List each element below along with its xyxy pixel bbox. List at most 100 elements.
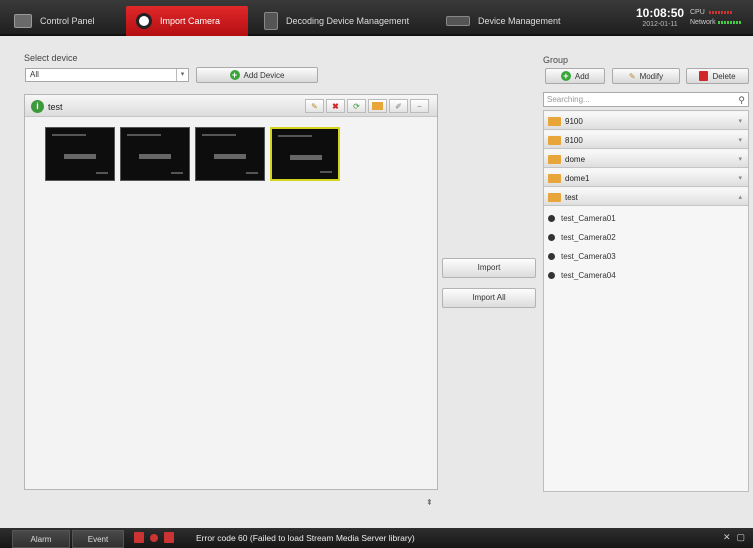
group-name: 8100	[565, 135, 583, 145]
collapse-arrow-icon[interactable]: ⇞	[426, 498, 433, 507]
camera-item[interactable]: test_Camera03	[548, 247, 616, 265]
clock-time: 10:08:50	[636, 6, 685, 20]
status-message: Error code 60 (Failed to load Stream Med…	[196, 533, 415, 543]
status-icons	[134, 532, 174, 543]
device-panel: i test ✎ ✖ ⟳ ✐ −	[24, 94, 438, 490]
delete-label: Delete	[712, 71, 736, 81]
info-icon: i	[31, 100, 44, 113]
group-tree: 9100 ▾ 8100 ▾ dome ▾ dome1 ▾ test ▴ test_Came…	[543, 110, 749, 492]
add-device-label: Add Device	[243, 70, 285, 80]
collapse-icon[interactable]: −	[410, 99, 429, 113]
chevron-down-icon[interactable]: ▾	[738, 136, 742, 144]
folder-icon	[548, 154, 561, 164]
group-name: 9100	[565, 116, 583, 126]
chevron-down-icon[interactable]: ▾	[738, 155, 742, 163]
tab-import-camera[interactable]: Import Camera	[126, 6, 248, 36]
camera-icon	[548, 214, 555, 222]
group-name: dome1	[565, 173, 590, 183]
group-item[interactable]: 8100 ▾	[544, 132, 748, 149]
tab-label: Device Management	[478, 16, 561, 26]
import-all-button[interactable]: Import All	[442, 288, 536, 308]
group-item-expanded[interactable]: test ▴	[544, 189, 748, 206]
delete-icon[interactable]: ✖	[326, 99, 345, 113]
camera-name: test_Camera03	[561, 251, 616, 261]
trash-icon	[699, 71, 709, 81]
folder-icon	[548, 173, 561, 183]
tab-label: Decoding Device Management	[286, 16, 410, 26]
edit-icon[interactable]: ✎	[305, 99, 324, 113]
camera-icon	[548, 271, 555, 279]
chevron-down-icon[interactable]: ▾	[738, 174, 742, 182]
camera-name: test_Camera02	[561, 232, 616, 242]
top-navigation-bar: Control Panel Import Camera Decoding Dev…	[0, 0, 753, 36]
record-icon[interactable]	[150, 534, 158, 542]
folder-icon	[548, 116, 561, 126]
device-select-value: All	[30, 70, 39, 79]
decoder-icon	[264, 12, 278, 30]
delete-group-button[interactable]: Delete	[686, 68, 749, 84]
speaker-icon[interactable]	[164, 532, 174, 543]
alarm-icon[interactable]	[134, 532, 144, 543]
device-select[interactable]: All ▾	[25, 68, 189, 82]
import-button[interactable]: Import	[442, 258, 536, 278]
edit-icon: ✎	[628, 71, 636, 81]
camera-icon	[548, 233, 555, 241]
search-icon[interactable]: ⚲	[738, 94, 745, 107]
chevron-down-icon[interactable]: ▾	[176, 69, 188, 81]
refresh-icon[interactable]: ⟳	[347, 99, 366, 113]
camera-thumbnail[interactable]	[195, 127, 265, 181]
tab-label: Control Panel	[40, 16, 95, 26]
clock: 10:08:50 2012-01-11	[636, 7, 684, 29]
status-bar: Alarm Event Error code 60 (Failed to loa…	[0, 528, 753, 548]
event-tab[interactable]: Event	[72, 530, 124, 548]
add-device-button[interactable]: + Add Device	[196, 67, 318, 83]
camera-item[interactable]: test_Camera02	[548, 228, 616, 246]
network-label: Network	[690, 19, 716, 26]
camera-name: test_Camera01	[561, 213, 616, 223]
maximize-icon[interactable]: ▢	[736, 532, 745, 543]
camera-thumbnail[interactable]	[120, 127, 190, 181]
group-name: test	[565, 192, 578, 202]
tab-control-panel[interactable]: Control Panel	[14, 6, 118, 36]
chevron-up-icon[interactable]: ▴	[738, 193, 742, 201]
control-panel-icon	[14, 14, 32, 28]
camera-name: test_Camera04	[561, 270, 616, 280]
add-group-button[interactable]: + Add	[545, 68, 605, 84]
tab-device-management[interactable]: Device Management	[444, 6, 584, 36]
camera-item[interactable]: test_Camera01	[548, 209, 616, 227]
settings-icon[interactable]: ✐	[389, 99, 408, 113]
camera-icon	[136, 13, 152, 29]
camera-thumbnail[interactable]	[45, 127, 115, 181]
network-meter: Network	[690, 18, 742, 28]
pin-icon[interactable]: ✕	[723, 532, 731, 543]
device-icon	[446, 16, 470, 26]
plus-icon: +	[229, 70, 240, 80]
modify-group-button[interactable]: ✎ Modify	[612, 68, 680, 84]
chevron-down-icon[interactable]: ▾	[738, 117, 742, 125]
camera-thumbnails	[45, 127, 340, 181]
cpu-meter: CPU	[690, 8, 742, 18]
group-item[interactable]: dome1 ▾	[544, 170, 748, 187]
clock-date: 2012-01-11	[642, 21, 678, 28]
folder-icon	[548, 192, 561, 202]
folder-icon[interactable]	[368, 99, 387, 113]
add-label: Add	[574, 71, 590, 81]
device-panel-header: i test ✎ ✖ ⟳ ✐ −	[25, 95, 437, 117]
tab-decoding-device-management[interactable]: Decoding Device Management	[262, 6, 438, 36]
device-toolbar: ✎ ✖ ⟳ ✐ −	[305, 99, 429, 113]
group-name: dome	[565, 154, 586, 164]
group-search-input[interactable]: Searching... ⚲	[543, 92, 749, 107]
group-item[interactable]: 9100 ▾	[544, 113, 748, 130]
search-placeholder: Searching...	[547, 95, 590, 104]
resource-meters: CPU Network	[690, 8, 742, 28]
camera-thumbnail-selected[interactable]	[270, 127, 340, 181]
cpu-label: CPU	[690, 9, 705, 16]
alarm-tab[interactable]: Alarm	[12, 530, 70, 548]
device-panel-title: test	[48, 102, 63, 112]
plus-icon: +	[560, 71, 571, 81]
group-item[interactable]: dome ▾	[544, 151, 748, 168]
camera-item[interactable]: test_Camera04	[548, 266, 616, 284]
modify-label: Modify	[639, 71, 664, 81]
tab-label: Import Camera	[160, 16, 221, 26]
camera-icon	[548, 252, 555, 260]
